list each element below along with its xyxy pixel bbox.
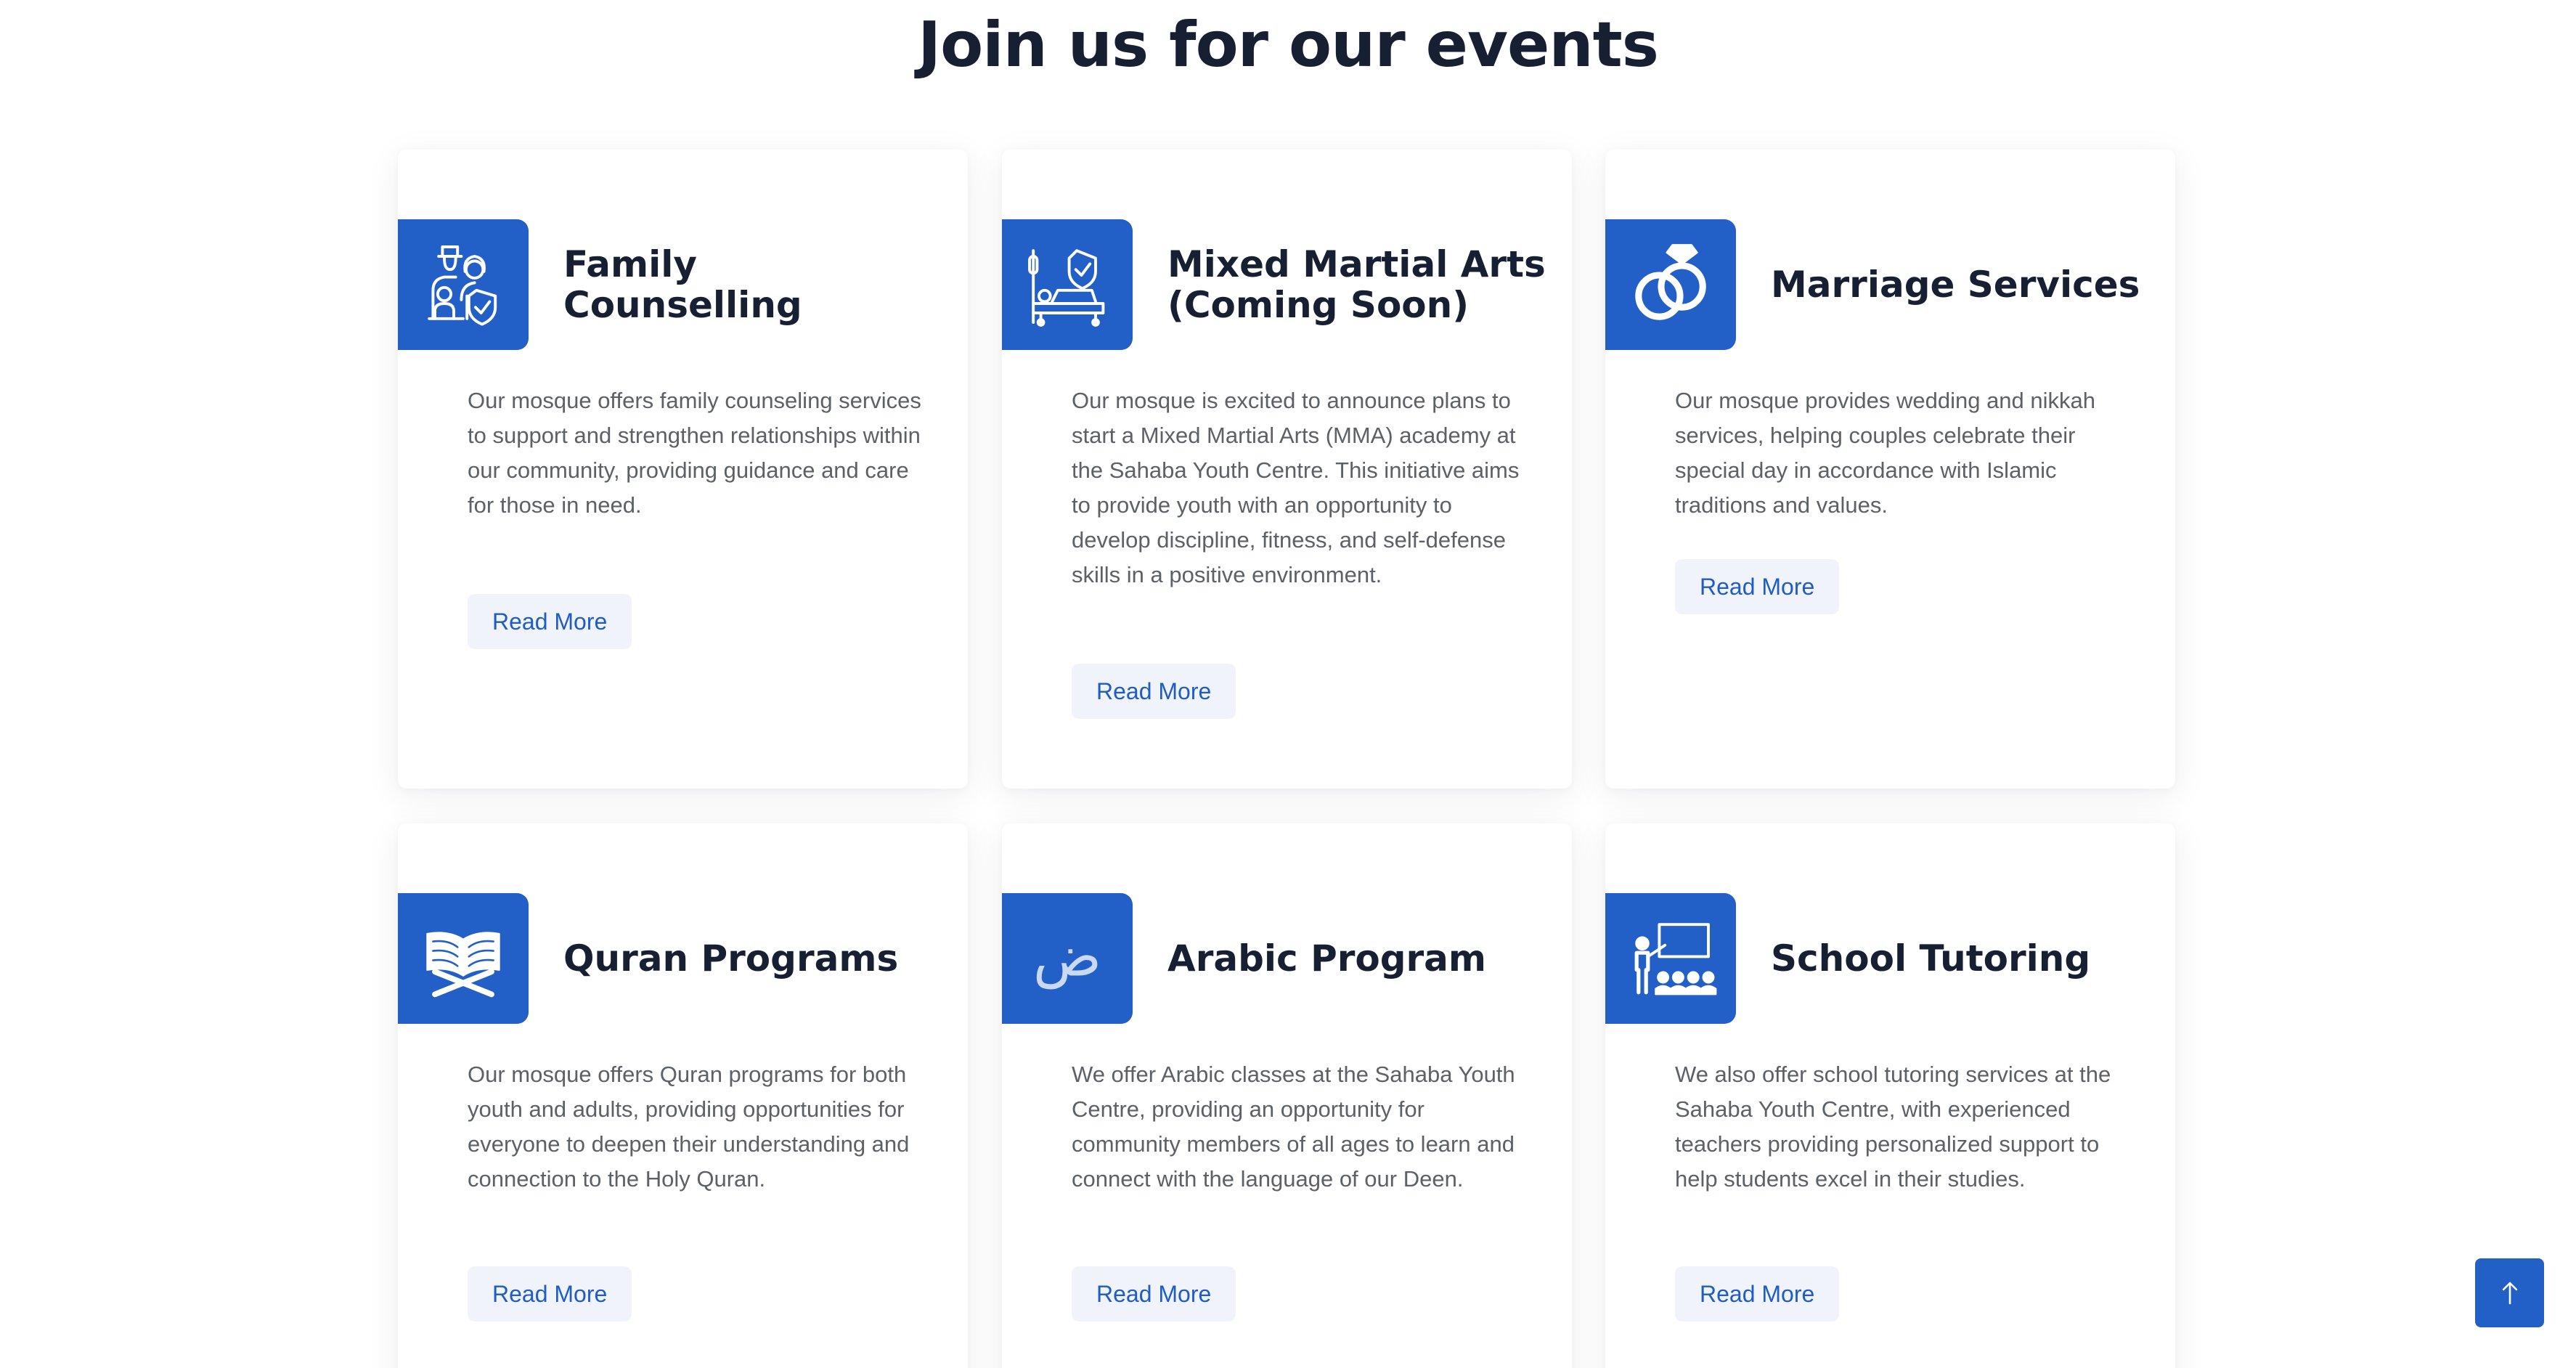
card-description: We offer Arabic classes at the Sahaba Yo…	[1072, 1062, 1515, 1192]
arrow-up-icon	[2494, 1277, 2526, 1309]
scroll-to-top-button[interactable]	[2475, 1258, 2544, 1327]
card-title-line: (Coming Soon)	[1167, 284, 1470, 326]
read-more-button[interactable]: Read More	[1675, 559, 1840, 614]
card-title-line: Counselling	[563, 284, 802, 326]
arabic-letter-glyph: ض	[1033, 924, 1101, 989]
quran-book-icon	[398, 893, 529, 1024]
read-more-button[interactable]: Read More	[1675, 1266, 1840, 1322]
card-title: Family Counselling	[563, 219, 948, 350]
card-title-line: Mixed Martial Arts	[1167, 243, 1546, 285]
event-card-school-tutoring: School Tutoring We also offer school tut…	[1605, 823, 2175, 1368]
card-title-line: School Tutoring	[1771, 937, 2091, 980]
read-more-button[interactable]: Read More	[468, 594, 632, 649]
event-card-quran-programs: Quran Programs Our mosque offers Quran p…	[398, 823, 968, 1368]
events-page: Join us for our events Family Counsellin…	[0, 0, 2576, 1368]
event-card-marriage-services: Marriage Services Our mosque provides we…	[1605, 150, 2175, 789]
card-title-line: Quran Programs	[563, 937, 899, 980]
card-title-line: Arabic Program	[1167, 937, 1487, 980]
card-description: Our mosque provides wedding and nikkah s…	[1675, 388, 2096, 518]
read-more-button[interactable]: Read More	[1072, 664, 1236, 719]
wedding-rings-icon	[1605, 219, 1736, 350]
card-description: Our mosque offers family counseling serv…	[468, 388, 921, 518]
card-title: Marriage Services	[1771, 219, 2156, 350]
read-more-button[interactable]: Read More	[1072, 1266, 1236, 1322]
card-title-line: Family	[563, 243, 697, 285]
card-title: Mixed Martial Arts (Coming Soon)	[1167, 219, 1552, 350]
card-description: Our mosque offers Quran programs for bot…	[468, 1062, 910, 1192]
card-title: School Tutoring	[1771, 893, 2156, 1024]
family-counselling-icon	[398, 219, 529, 350]
read-more-button[interactable]: Read More	[468, 1266, 632, 1322]
classroom-teacher-icon	[1605, 893, 1736, 1024]
card-description: We also offer school tutoring services a…	[1675, 1062, 2111, 1192]
section-title: Join us for our events	[918, 9, 1659, 81]
arabic-letter-icon: ض	[1002, 893, 1133, 1024]
martial-arts-icon	[1002, 219, 1133, 350]
event-card-family-counselling: Family Counselling Our mosque offers fam…	[398, 150, 968, 789]
event-card-mixed-martial-arts: Mixed Martial Arts (Coming Soon) Our mos…	[1002, 150, 1572, 789]
card-title-line: Marriage Services	[1771, 264, 2140, 306]
card-title: Arabic Program	[1167, 893, 1552, 1024]
card-description: Our mosque is excited to announce plans …	[1072, 388, 1520, 587]
event-card-arabic-program: ض Arabic Program We offer Arabic classes…	[1002, 823, 1572, 1368]
card-title: Quran Programs	[563, 893, 948, 1024]
